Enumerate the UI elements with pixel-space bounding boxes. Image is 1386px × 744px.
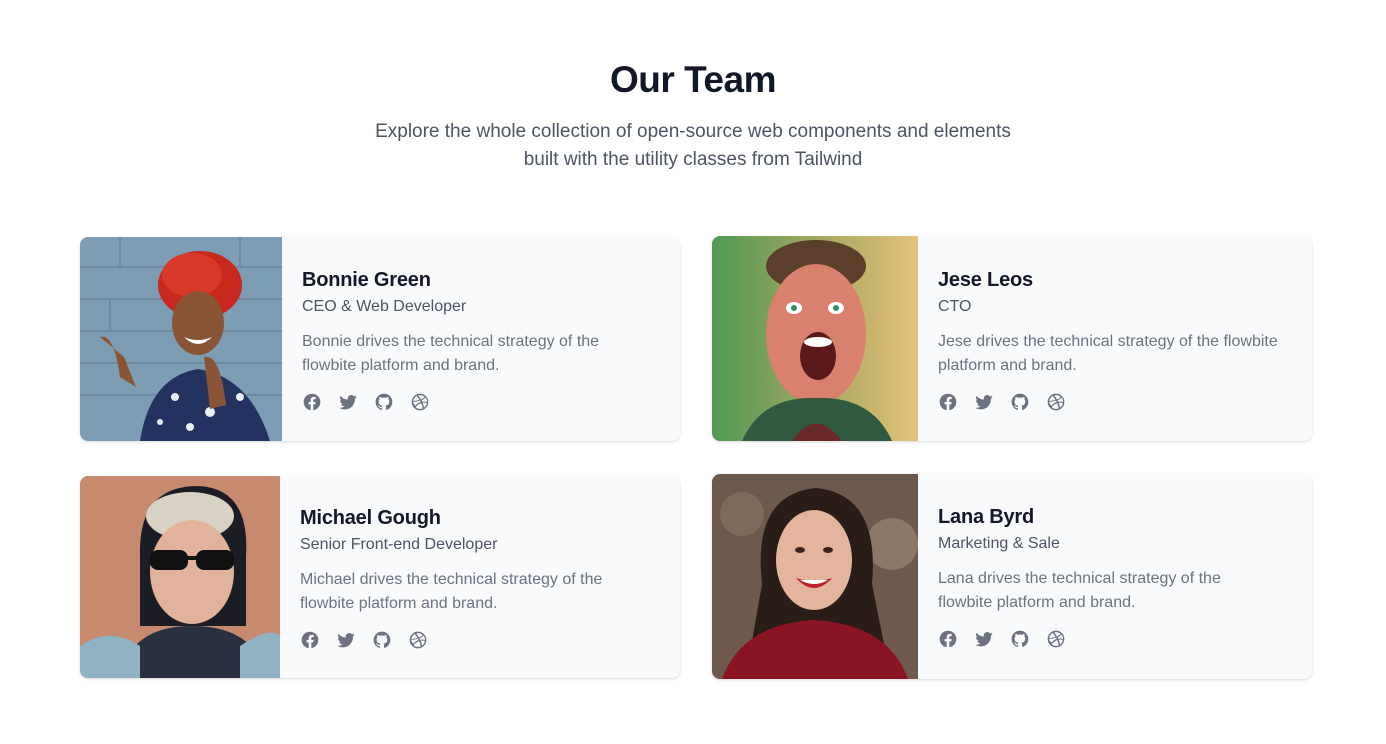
member-role: CEO & Web Developer <box>302 298 467 315</box>
member-role: Marketing & Sale <box>938 535 1060 552</box>
facebook-icon[interactable] <box>300 630 320 650</box>
avatar[interactable] <box>712 474 918 679</box>
member-name[interactable]: Lana Byrd <box>938 503 1278 531</box>
social-links <box>302 392 642 412</box>
team-member-card: Jese Leos CTO Jese drives the technical … <box>712 236 1312 441</box>
member-role: CTO <box>938 298 972 315</box>
social-links <box>938 629 1278 649</box>
github-icon[interactable] <box>372 630 392 650</box>
social-links <box>300 630 640 650</box>
member-description: Bonnie drives the technical strategy of … <box>302 333 600 374</box>
team-member-card: Lana Byrd Marketing & Sale Lana drives t… <box>712 474 1312 679</box>
twitter-icon[interactable] <box>336 630 356 650</box>
dribbble-icon[interactable] <box>410 392 430 412</box>
facebook-icon[interactable] <box>302 392 322 412</box>
twitter-icon[interactable] <box>338 392 358 412</box>
dribbble-icon[interactable] <box>408 630 428 650</box>
twitter-icon[interactable] <box>974 629 994 649</box>
team-member-card: Michael Gough Senior Front-end Developer… <box>80 476 680 678</box>
facebook-icon[interactable] <box>938 392 958 412</box>
github-icon[interactable] <box>374 392 394 412</box>
team-member-card: Bonnie Green CEO & Web Developer Bonnie … <box>80 237 680 441</box>
member-name[interactable]: Michael Gough <box>300 504 640 532</box>
member-description: Lana drives the technical strategy of th… <box>938 570 1221 611</box>
member-role: Senior Front-end Developer <box>300 536 498 553</box>
team-header: Our Team Explore the whole collection of… <box>0 58 1386 174</box>
page-subtitle: Explore the whole collection of open-sou… <box>375 121 1011 170</box>
github-icon[interactable] <box>1010 629 1030 649</box>
avatar[interactable] <box>712 236 918 441</box>
twitter-icon[interactable] <box>974 392 994 412</box>
avatar[interactable] <box>80 476 280 678</box>
member-name[interactable]: Jese Leos <box>938 266 1278 294</box>
member-description: Jese drives the technical strategy of th… <box>938 333 1278 374</box>
avatar[interactable] <box>80 237 282 441</box>
dribbble-icon[interactable] <box>1046 392 1066 412</box>
member-name[interactable]: Bonnie Green <box>302 266 642 294</box>
page-title: Our Team <box>610 59 776 100</box>
social-links <box>938 392 1278 412</box>
facebook-icon[interactable] <box>938 629 958 649</box>
member-description: Michael drives the technical strategy of… <box>300 571 603 612</box>
dribbble-icon[interactable] <box>1046 629 1066 649</box>
github-icon[interactable] <box>1010 392 1030 412</box>
